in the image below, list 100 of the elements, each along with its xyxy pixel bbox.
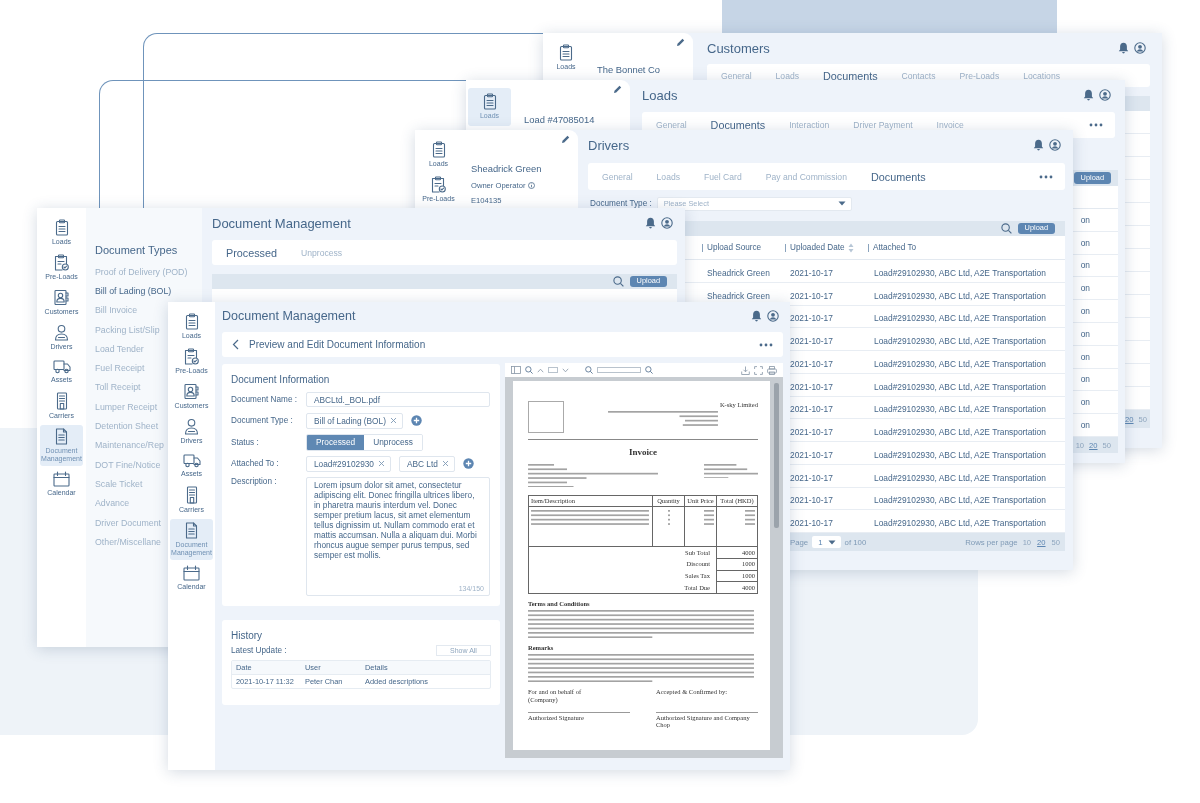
clipboard-icon [184, 313, 199, 330]
pencil-icon[interactable] [676, 38, 685, 47]
document-type-item[interactable]: Bill Invoice [95, 300, 138, 320]
table-cell: on [1080, 283, 1090, 294]
bell-icon[interactable] [1033, 139, 1044, 151]
account-icon[interactable] [1049, 139, 1061, 151]
clipboard-check-icon [431, 176, 446, 194]
tab[interactable]: Documents [811, 69, 890, 82]
selected-tag[interactable]: ABC Ltd [399, 455, 455, 472]
panel-title: Document Types [95, 244, 179, 256]
table-cell: Sheadrick Green [707, 290, 770, 301]
tab[interactable]: Locations [1011, 70, 1072, 81]
account-icon[interactable] [661, 217, 673, 229]
document-type-item[interactable]: Toll Receipt [95, 377, 141, 398]
account-icon[interactable] [767, 310, 779, 322]
bell-icon[interactable] [1083, 89, 1094, 101]
search-icon[interactable] [1000, 223, 1012, 234]
document-type-item[interactable]: Packing List/Slip [95, 319, 160, 340]
zoom-out-icon[interactable] [585, 366, 593, 374]
field-label: Document Type : [231, 416, 294, 426]
tab[interactable]: Pay and Commission [753, 171, 859, 182]
account-icon[interactable] [1099, 89, 1111, 101]
close-icon[interactable] [389, 417, 397, 425]
tab[interactable]: Documents [858, 170, 938, 183]
table-cell: Load#29102930, ABC Ltd, A2E Transportation [874, 358, 1046, 369]
table-cell: 2021-10-17 [790, 472, 833, 483]
contact-card-icon [54, 289, 69, 307]
add-icon[interactable] [462, 458, 474, 470]
tab[interactable]: Loads [644, 171, 692, 182]
fullscreen-icon[interactable] [754, 365, 763, 375]
chevron-up-icon[interactable] [537, 367, 544, 373]
print-icon[interactable] [767, 365, 777, 375]
tab[interactable]: Loads [763, 70, 811, 81]
download-icon[interactable] [741, 365, 750, 375]
account-icon[interactable] [1134, 42, 1146, 54]
page-number-field[interactable] [548, 367, 558, 373]
column-header: Upload Source [707, 243, 762, 252]
bell-icon[interactable] [645, 217, 656, 229]
table-cell: 2021-10-17 [790, 449, 833, 460]
caret-icon [837, 201, 846, 206]
sidebar-toggle-icon[interactable] [511, 366, 521, 374]
document-type-item[interactable]: Other/Miscellane [95, 532, 161, 552]
tab[interactable]: Processed [214, 246, 289, 259]
section-heading: Preview and Edit Document Information [249, 339, 426, 350]
document-name-field[interactable]: ABCLtd._BOL.pdf [306, 392, 490, 408]
document-type-item[interactable]: Fuel Receipt [95, 358, 145, 378]
selected-tag[interactable]: Load#29102930 [306, 455, 391, 472]
text-lines-drawing [667, 510, 670, 525]
document-type-item[interactable]: Proof of Delivery (POD) [95, 262, 188, 282]
bell-icon[interactable] [751, 310, 762, 322]
page-title: Document Management [212, 215, 351, 231]
more-icon[interactable] [1089, 123, 1103, 127]
selected-tag[interactable]: Bill of Lading (BOL) [306, 412, 403, 429]
page-title: Document Management [222, 309, 356, 323]
more-icon[interactable] [759, 342, 773, 347]
tab[interactable]: Documents [698, 119, 778, 131]
tab[interactable]: Pre-Loads [947, 70, 1012, 81]
document-type-item[interactable]: Scale Ticket [95, 474, 143, 494]
truck-icon [52, 359, 71, 375]
zoom-in-icon[interactable] [645, 366, 653, 374]
table-cell: on [1080, 328, 1090, 339]
pencil-icon[interactable] [613, 85, 622, 94]
field-label: Description : [231, 477, 278, 487]
more-icon[interactable] [1039, 174, 1053, 179]
chevron-down-icon[interactable] [562, 367, 569, 373]
document-type-item[interactable]: Bill of Lading (BOL) [95, 281, 172, 301]
tab[interactable]: General [709, 70, 764, 81]
back-icon[interactable] [232, 339, 239, 350]
tab[interactable]: Driver Payment [841, 120, 925, 130]
tab[interactable]: Interaction [777, 120, 842, 130]
close-icon[interactable] [441, 460, 449, 468]
table-cell: Load#29102930, ABC Ltd, A2E Transportation [874, 313, 1046, 324]
document-type-item[interactable]: Load Tender [95, 339, 144, 359]
tab[interactable]: Unprocess [289, 247, 355, 258]
document-type-item[interactable]: Maintenance/Rep [95, 435, 164, 455]
table-cell: Load#29102930, ABC Ltd, A2E Transportation [874, 427, 1046, 438]
pencil-icon[interactable] [561, 135, 570, 144]
tab[interactable]: General [590, 171, 645, 182]
bell-icon[interactable] [1118, 42, 1129, 54]
close-icon[interactable] [378, 460, 385, 468]
tab[interactable]: Fuel Card [692, 171, 754, 182]
tab[interactable]: General [644, 120, 699, 130]
add-icon[interactable] [410, 415, 422, 427]
document-type-item[interactable]: Driver Document [95, 512, 161, 533]
table-cell: 2021-10-17 [790, 358, 833, 369]
search-icon[interactable] [525, 366, 533, 374]
document-type-item[interactable]: DOT Fine/Notice [95, 454, 161, 475]
table-cell: on [1080, 237, 1090, 248]
scrollbar[interactable] [774, 383, 779, 528]
table-cell: Sheadrick Green [707, 267, 770, 278]
table-cell: on [1080, 306, 1090, 317]
table-cell: Load#29102930, ABC Ltd, A2E Transportation [874, 404, 1046, 415]
status-option[interactable]: Processed [307, 434, 365, 450]
tab[interactable]: Invoice [924, 120, 976, 130]
tab[interactable]: Contacts [889, 70, 948, 81]
table-cell: Load#29102930, ABC Ltd, A2E Transportation [874, 518, 1046, 529]
document-type-item[interactable]: Lumper Receipt [95, 397, 158, 417]
document-type-item[interactable]: Detention Sheet [95, 416, 159, 436]
search-icon[interactable] [612, 276, 624, 287]
document-type-item[interactable]: Advance [95, 493, 130, 513]
